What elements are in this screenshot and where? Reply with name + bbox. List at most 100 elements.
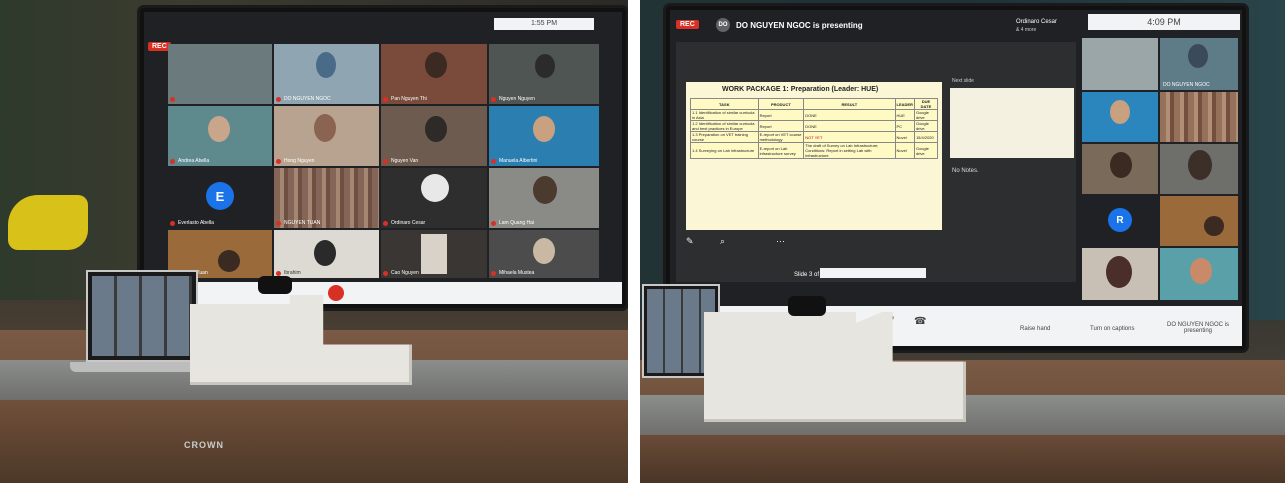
participant-tile[interactable]: Andrea Abella — [168, 106, 272, 166]
clock: 4:09 PM — [1088, 14, 1240, 30]
participant-tile[interactable]: Manuela Albertini — [489, 106, 599, 166]
self-tile[interactable]: DO NGUYEN NGOC — [1160, 38, 1238, 90]
table-cell: Google drive — [913, 120, 939, 132]
mic-off-icon — [491, 97, 496, 102]
doorway — [421, 234, 447, 274]
participant-name: Lam Quang Hai — [499, 220, 535, 226]
presenting-button[interactable]: DO NGUYEN NGOC is presenting — [1158, 322, 1238, 334]
rec-badge: REC — [676, 20, 699, 29]
participant-name: Nguyen Nguyen — [499, 96, 535, 102]
table-cell: Report — [757, 109, 805, 121]
bookshelf — [274, 168, 379, 228]
participant-name: Hong Nguyen — [284, 158, 315, 164]
participant-tile[interactable] — [1160, 144, 1238, 194]
table-header-row: TASK PRODUCT RESULT LEADER DUE DATE — [690, 98, 939, 110]
left-laptop — [86, 270, 198, 362]
right-desk-front — [640, 435, 1285, 483]
participant-face — [218, 250, 240, 272]
divider — [628, 0, 640, 483]
table-cell: NOT YET — [803, 131, 896, 143]
next-slide-thumbnail[interactable] — [950, 88, 1074, 158]
participant-tile[interactable]: Mihaela Mustea — [489, 230, 599, 278]
mic-off-icon — [383, 271, 388, 276]
table-cell: 1.4 Surveying on Lab infrastructure — [690, 142, 759, 159]
table-cell: PC — [894, 120, 915, 132]
participant-tile[interactable] — [1082, 144, 1158, 194]
participant-face — [1106, 256, 1132, 288]
participant-name: Nguyen Van — [391, 158, 419, 164]
participant-tile[interactable]: DO NGUYEN NGOC — [274, 44, 379, 104]
mic-off-icon — [170, 97, 175, 102]
webcam-icon — [788, 296, 826, 316]
participant-name: DO NGUYEN NGOC — [284, 96, 331, 102]
table-cell: HUE — [894, 109, 915, 121]
pen-icon[interactable]: ✎ — [686, 236, 694, 247]
participant-tile[interactable] — [1160, 92, 1238, 142]
yellow-cloth — [8, 195, 88, 250]
participant-tile[interactable]: Ibrahim — [274, 230, 379, 278]
participant-tile[interactable] — [168, 44, 272, 104]
participant-face — [1190, 258, 1212, 284]
participant-tile[interactable]: Hong Nguyen — [274, 106, 379, 166]
participant-face — [425, 116, 447, 142]
participant-tile[interactable] — [1082, 248, 1158, 300]
participant-tile[interactable]: R — [1082, 196, 1158, 246]
participant-tile[interactable] — [1160, 248, 1238, 300]
more-options-icon[interactable]: ⋯ — [776, 236, 785, 247]
participant-face — [533, 176, 557, 204]
notes-label: No Notes. — [952, 168, 979, 174]
table-cell: Novel — [894, 131, 915, 143]
participant-face — [425, 52, 447, 78]
participant-face — [533, 116, 555, 142]
table-cell: Google drive — [913, 142, 939, 159]
table-row: 1.2 Identification of similar curricula … — [690, 120, 939, 132]
mic-off-icon — [276, 221, 281, 226]
participant-tile[interactable] — [1082, 38, 1158, 90]
participant-tile[interactable]: Nguyen Van — [381, 106, 487, 166]
participant-tile[interactable]: NGUYEN TUAN — [274, 168, 379, 228]
participant-name: Cao Nguyen — [391, 270, 419, 276]
left-desk-front — [0, 400, 628, 483]
participant-tile[interactable] — [1082, 92, 1158, 142]
slide-nav-bar[interactable] — [820, 268, 926, 278]
table-header: TASK — [690, 98, 759, 110]
mic-off-icon — [383, 221, 388, 226]
current-slide: WORK PACKAGE 1: Preparation (Leader: HUE… — [686, 82, 942, 230]
clock: 1:55 PM — [494, 18, 594, 30]
participant-tile[interactable] — [1160, 196, 1238, 246]
top-right-sub: & 4 more — [1016, 27, 1037, 33]
table-cell: 15/4/2020 — [913, 131, 939, 143]
participant-tile[interactable]: Lam Quang Hai — [489, 168, 599, 228]
table-header: RESULT — [803, 98, 896, 110]
participant-tile[interactable]: E Everlasto Abella — [168, 168, 272, 228]
participant-face — [314, 240, 336, 266]
meet-controls-bar — [144, 282, 622, 304]
participant-tile[interactable]: Nguyen Nguyen — [489, 44, 599, 104]
search-icon[interactable]: ⌕ — [720, 236, 725, 247]
participant-avatar: R — [1108, 208, 1132, 232]
participant-face — [208, 116, 230, 142]
right-photo: REC DO DO NGUYEN NGOC is presenting Ordi… — [640, 0, 1285, 483]
hangup-icon[interactable]: ☎ — [914, 316, 926, 327]
captions-label: Turn on captions — [1090, 326, 1135, 332]
table-row: 1.4 Surveying on Lab infrastructure E-re… — [690, 142, 939, 159]
table-cell: DONE — [803, 109, 896, 121]
table-cell: 1.3 Preparation on VET training course — [690, 131, 759, 143]
captions-button[interactable]: Turn on captions — [1090, 326, 1134, 332]
left-tv: REC 1:55 PM DO NGUYEN NGOC Pan Nguyen Th… — [140, 8, 626, 308]
participant-face — [1204, 216, 1224, 236]
raise-hand-label: Raise hand — [1020, 326, 1051, 332]
participant-tile[interactable]: Ordinaro Cesar — [381, 168, 487, 228]
participant-face — [1110, 100, 1130, 124]
participant-face — [314, 114, 336, 142]
table-cell: Google drive — [913, 109, 939, 121]
presenting-label: DO NGUYEN NGOC is presenting — [1166, 322, 1229, 334]
table-header: DUE DATE — [913, 98, 939, 110]
participant-face — [421, 174, 449, 202]
raise-hand-button[interactable]: Raise hand — [1020, 326, 1050, 332]
participant-name: NGUYEN TUAN — [284, 220, 321, 226]
participant-name: DO NGUYEN NGOC — [1163, 82, 1210, 88]
participant-tile[interactable]: Pan Nguyen Thi — [381, 44, 487, 104]
participant-tile[interactable]: Cao Nguyen — [381, 230, 487, 278]
hangup-button[interactable] — [328, 285, 344, 301]
